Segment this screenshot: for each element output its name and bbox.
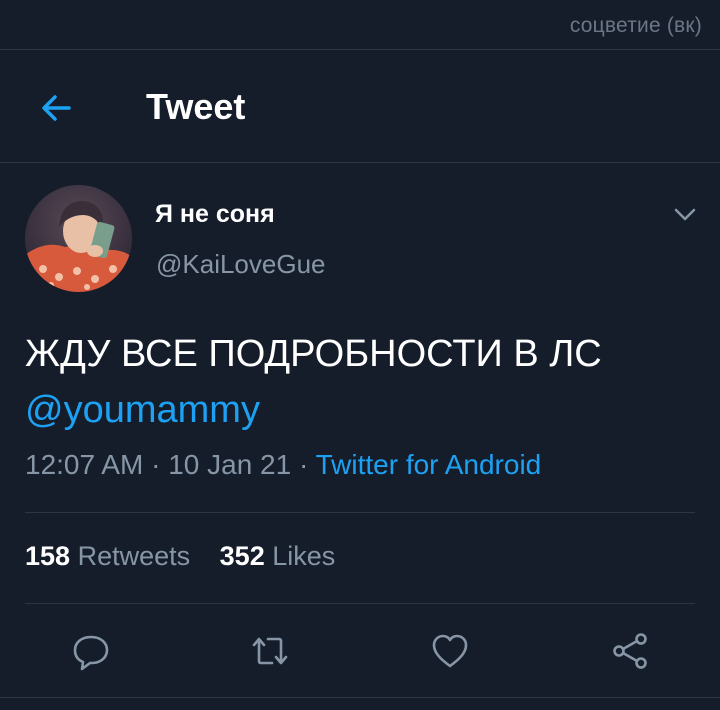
tweet-meta: 12:07 AM · 10 Jan 21 · Twitter for Andro… xyxy=(25,449,541,481)
retweets-label: Retweets xyxy=(77,541,191,571)
like-icon xyxy=(432,634,468,668)
chevron-down-icon xyxy=(674,208,696,221)
page-title: Tweet xyxy=(146,86,246,127)
tweet-date: 10 Jan 21 xyxy=(168,449,292,480)
retweet-button[interactable] xyxy=(245,626,295,676)
likes-count: 352 xyxy=(219,541,265,571)
tweet-time: 12:07 AM xyxy=(25,449,144,480)
retweet-icon xyxy=(252,637,288,665)
meta-separator: · xyxy=(298,449,309,480)
author-display-name[interactable]: Я не соня xyxy=(155,200,275,229)
likes-stat[interactable]: 352 Likes xyxy=(220,541,336,572)
tweet-mention-link[interactable]: @youmammy xyxy=(25,382,705,438)
bottom-divider xyxy=(0,697,720,698)
action-bar xyxy=(0,626,720,676)
likes-label: Likes xyxy=(272,541,336,571)
share-icon xyxy=(613,633,647,669)
author-handle[interactable]: @KaiLoveGue xyxy=(156,249,326,280)
header-bar: Tweet xyxy=(0,50,720,162)
stats-divider xyxy=(25,603,695,604)
avatar[interactable] xyxy=(25,185,132,292)
arrow-left-icon xyxy=(42,95,71,121)
header-divider xyxy=(0,162,720,163)
tweet-menu-button[interactable] xyxy=(670,200,700,230)
reply-button[interactable] xyxy=(66,626,116,676)
tweet-stats: 158 Retweets 352 Likes xyxy=(25,541,357,572)
watermark-text: соцветие (вк) xyxy=(569,14,702,37)
tweet-text: ЖДУ ВСЕ ПОДРОБНОСТИ В ЛС xyxy=(25,333,602,375)
like-button[interactable] xyxy=(425,626,475,676)
share-button[interactable] xyxy=(605,626,655,676)
back-button[interactable] xyxy=(30,82,82,134)
reply-icon xyxy=(73,635,109,671)
meta-divider xyxy=(25,512,695,513)
tweet-source-link[interactable]: Twitter for Android xyxy=(316,449,542,480)
meta-separator: · xyxy=(151,449,161,480)
tweet-body: ЖДУ ВСЕ ПОДРОБНОСТИ В ЛС @youmammy xyxy=(25,326,705,438)
retweets-count: 158 xyxy=(25,541,71,571)
retweets-stat[interactable]: 158 Retweets xyxy=(25,541,190,572)
